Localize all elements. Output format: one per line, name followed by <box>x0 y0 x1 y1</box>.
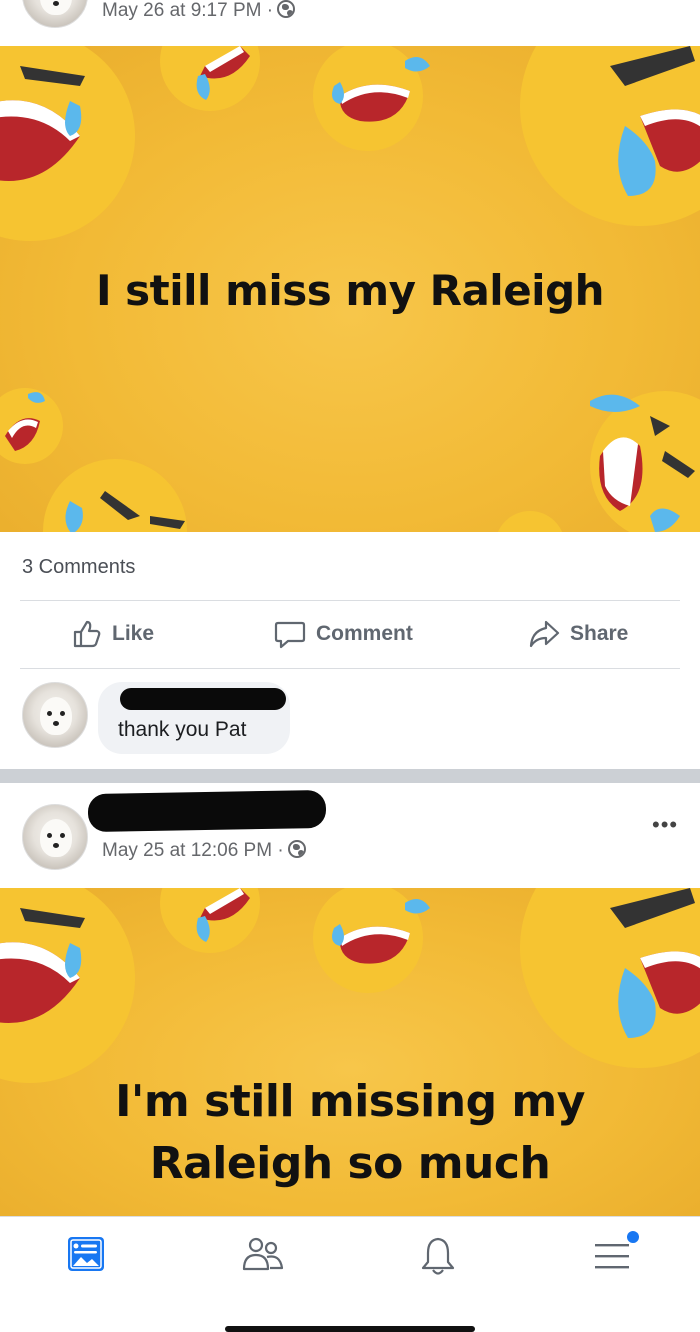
tab-news-feed[interactable] <box>64 1235 114 1279</box>
home-indicator[interactable] <box>225 1326 475 1332</box>
divider <box>20 668 680 669</box>
redacted-commenter-name <box>120 688 286 710</box>
post-2-image[interactable]: I'm still missing my Raleigh so much <box>0 888 700 1216</box>
share-button[interactable]: Share <box>528 612 628 656</box>
news-feed-icon <box>68 1237 104 1271</box>
like-label: Like <box>112 622 155 645</box>
post-2-avatar[interactable] <box>22 804 88 870</box>
post-2-timestamp[interactable]: May 25 at 12:06 PM · <box>102 840 306 862</box>
comment-bubble-icon <box>274 621 306 649</box>
comment-text: thank you Pat <box>118 718 247 741</box>
comment-bubble[interactable]: thank you Pat <box>98 682 290 754</box>
post-1-avatar[interactable] <box>22 0 88 28</box>
redacted-author-name[interactable] <box>87 789 327 833</box>
globe-icon <box>287 840 306 858</box>
more-options-icon[interactable]: ••• <box>652 814 678 836</box>
tab-friends[interactable] <box>240 1235 290 1279</box>
post-1-image[interactable]: I still miss my Raleigh <box>0 46 700 532</box>
globe-icon <box>277 0 296 18</box>
post-1-image-text: I still miss my Raleigh <box>95 266 605 315</box>
bottom-tab-bar <box>0 1216 700 1332</box>
divider <box>20 600 680 601</box>
thumbs-up-icon <box>73 620 101 648</box>
tab-notifications[interactable] <box>418 1235 468 1279</box>
friends-icon <box>242 1237 284 1271</box>
comment-count[interactable]: 3 Comments <box>22 556 135 579</box>
like-button[interactable]: Like <box>72 612 154 656</box>
post-1-header: May 26 at 9:17 PM · <box>0 0 700 46</box>
comment-button[interactable]: Comment <box>274 612 413 656</box>
post-1-timestamp[interactable]: May 26 at 9:17 PM · <box>102 0 296 22</box>
post-1-timestamp-text: May 26 at 9:17 PM · <box>102 0 274 21</box>
share-label: Share <box>570 622 629 645</box>
post-2-image-text-line-1: I'm still missing my <box>115 1076 585 1127</box>
post-2-image-text-line-2: Raleigh so much <box>149 1138 551 1189</box>
share-arrow-icon <box>529 620 560 648</box>
comment-label: Comment <box>316 622 413 645</box>
notifications-icon <box>421 1237 455 1275</box>
post-2-timestamp-text: May 25 at 12:06 PM · <box>102 840 284 861</box>
commenter-avatar[interactable] <box>22 682 88 748</box>
menu-notification-dot <box>627 1231 639 1243</box>
feed-separator <box>0 769 700 783</box>
